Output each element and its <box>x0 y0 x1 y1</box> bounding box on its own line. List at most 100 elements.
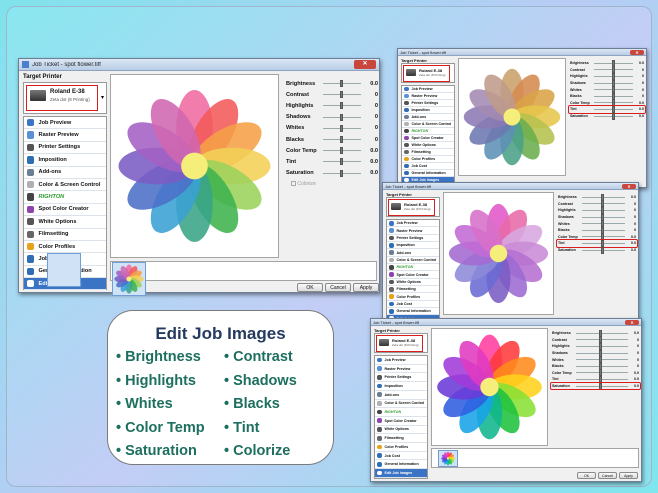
nav-item-righton[interactable]: RIGHTON <box>375 408 427 417</box>
adjust-row-blacks[interactable]: Blacks 0 <box>286 134 378 145</box>
nav-item-job-preview[interactable]: Job Preview <box>402 86 454 93</box>
ok-button[interactable]: OK <box>577 472 596 479</box>
adjust-row-highlights[interactable]: Highlights 0 <box>552 342 639 350</box>
adjust-row-shadows[interactable]: Shadows 0 <box>570 79 644 87</box>
nav-item-color-screen-control[interactable]: Color & Screen Control <box>387 257 439 265</box>
adjust-row-brightness[interactable]: Brightness 0.0 <box>570 59 644 67</box>
nav-item-add-ons[interactable]: Add-ons <box>402 114 454 121</box>
adjust-slider[interactable] <box>322 136 362 144</box>
thumbnail-item[interactable] <box>438 450 458 467</box>
slider-thumb[interactable] <box>601 246 605 254</box>
slider-thumb[interactable] <box>611 112 615 120</box>
close-button[interactable]: ✕ <box>622 183 636 189</box>
adjust-row-saturation[interactable]: Saturation 0.0 <box>286 168 378 179</box>
adjust-slider[interactable] <box>581 213 626 221</box>
slider-thumb[interactable] <box>340 91 344 99</box>
slider-thumb[interactable] <box>340 80 344 88</box>
close-button[interactable]: ✕ <box>625 319 639 325</box>
adjust-row-contrast[interactable]: Contrast 0 <box>570 66 644 74</box>
adjust-slider[interactable] <box>322 169 362 177</box>
nav-item-color-profiles[interactable]: Color Profiles <box>375 443 427 452</box>
adjust-slider[interactable] <box>593 59 634 67</box>
nav-item-color-profiles[interactable]: Color Profiles <box>387 293 439 301</box>
nav-item-white-options[interactable]: White Options <box>24 216 106 229</box>
slider-thumb[interactable] <box>340 102 344 110</box>
adjust-row-whites[interactable]: Whites 0 <box>552 356 639 364</box>
adjust-slider[interactable] <box>575 369 629 377</box>
nav-item-color-profiles[interactable]: Color Profiles <box>402 156 454 163</box>
adjust-row-contrast[interactable]: Contrast 0 <box>552 336 639 344</box>
adjust-slider[interactable] <box>581 200 626 208</box>
ok-button[interactable]: OK <box>297 283 323 292</box>
adjust-slider[interactable] <box>575 375 629 383</box>
adjust-row-saturation[interactable]: Saturation 0.0 <box>558 246 636 254</box>
adjust-row-highlights[interactable]: Highlights 0 <box>286 100 378 111</box>
slider-thumb[interactable] <box>340 158 344 166</box>
nav-item-color-screen-control[interactable]: Color & Screen Control <box>24 179 106 192</box>
nav-item-printer-settings[interactable]: Printer Settings <box>402 100 454 107</box>
apply-button[interactable]: Apply <box>353 283 379 292</box>
adjust-row-tint[interactable]: Tint 0.0 <box>568 105 646 114</box>
nav-item-raster-preview[interactable]: Raster Preview <box>387 227 439 235</box>
nav-item-general-information[interactable]: General Information <box>402 170 454 177</box>
nav-item-job-preview[interactable]: Job Preview <box>24 117 106 130</box>
nav-item-color-screen-control[interactable]: Color & Screen Control <box>402 121 454 128</box>
adjust-slider[interactable] <box>575 342 629 350</box>
cancel-button[interactable]: Cancel <box>325 283 351 292</box>
nav-item-filmsetting[interactable]: Filmsetting <box>402 149 454 156</box>
printer-selector[interactable]: Roland E-38 Zeta dot (8 Printing) <box>401 63 455 83</box>
adjust-slider[interactable] <box>593 72 634 80</box>
adjust-row-brightness[interactable]: Brightness 0.0 <box>552 329 639 337</box>
adjust-row-blacks[interactable]: Blacks 0 <box>558 226 636 234</box>
nav-item-add-ons[interactable]: Add-ons <box>24 167 106 179</box>
nav-item-color-screen-control[interactable]: Color & Screen Control <box>375 400 427 409</box>
adjust-slider[interactable] <box>581 206 626 214</box>
thumbnail-item[interactable] <box>47 253 81 287</box>
adjust-row-color-temp[interactable]: Color Temp 0.0 <box>552 369 639 377</box>
nav-item-righton[interactable]: RIGHTON <box>24 191 106 204</box>
colorize-checkbox[interactable]: Colorize <box>291 181 316 187</box>
nav-item-righton[interactable]: RIGHTON <box>402 128 454 135</box>
adjust-row-brightness[interactable]: Brightness 0.0 <box>558 193 636 201</box>
apply-button[interactable]: Apply <box>619 472 638 479</box>
adjust-slider[interactable] <box>581 193 626 201</box>
adjust-slider[interactable] <box>593 66 634 74</box>
printer-selector[interactable]: Roland E-38 Zeta dot (8 Printing) <box>386 197 440 217</box>
nav-item-raster-preview[interactable]: Raster Preview <box>24 129 106 142</box>
adjust-row-blacks[interactable]: Blacks 0 <box>570 92 644 100</box>
adjust-slider[interactable] <box>575 362 629 370</box>
adjust-slider[interactable] <box>322 124 362 132</box>
printer-selector[interactable]: Roland E-38 Zeta dot (8 Printing) <box>374 333 428 353</box>
slider-thumb[interactable] <box>340 113 344 121</box>
nav-item-raster-preview[interactable]: Raster Preview <box>375 365 427 374</box>
nav-item-imposition[interactable]: Imposition <box>24 154 106 167</box>
slider-thumb[interactable] <box>340 136 344 144</box>
nav-item-job-preview[interactable]: Job Preview <box>375 356 427 365</box>
checkbox-box[interactable] <box>291 181 296 187</box>
nav-item-edit-job-images[interactable]: Edit Job Images <box>375 469 427 478</box>
adjust-slider[interactable] <box>322 80 362 88</box>
nav-item-imposition[interactable]: Imposition <box>375 382 427 391</box>
adjust-slider[interactable] <box>593 79 634 87</box>
nav-item-color-profiles[interactable]: Color Profiles <box>24 241 106 254</box>
adjust-slider[interactable] <box>593 92 634 100</box>
adjust-slider[interactable] <box>575 336 629 344</box>
nav-item-job-cost[interactable]: Job Cost <box>375 452 427 461</box>
adjust-row-tint[interactable]: Tint 0.0 <box>556 239 638 248</box>
adjust-slider[interactable] <box>593 112 634 120</box>
adjust-row-whites[interactable]: Whites 0 <box>558 220 636 228</box>
nav-item-white-options[interactable]: White Options <box>387 279 439 287</box>
nav-item-job-preview[interactable]: Job Preview <box>387 220 439 228</box>
chevron-down-icon[interactable]: ▾ <box>101 94 104 101</box>
adjust-row-saturation[interactable]: Saturation 0.0 <box>550 381 641 391</box>
adjust-slider[interactable] <box>593 99 634 107</box>
nav-item-spot-color-creator[interactable]: Spot Color Creator <box>24 204 106 217</box>
adjust-slider[interactable] <box>581 226 626 234</box>
adjust-row-shadows[interactable]: Shadows 0 <box>286 112 378 123</box>
adjust-row-color-temp[interactable]: Color Temp 0.0 <box>286 145 378 156</box>
close-button[interactable]: ✕ <box>630 49 644 55</box>
nav-item-spot-color-creator[interactable]: Spot Color Creator <box>387 271 439 279</box>
nav-item-general-information[interactable]: General Information <box>375 460 427 470</box>
nav-item-printer-settings[interactable]: Printer Settings <box>387 235 439 243</box>
nav-item-filmsetting[interactable]: Filmsetting <box>24 229 106 241</box>
